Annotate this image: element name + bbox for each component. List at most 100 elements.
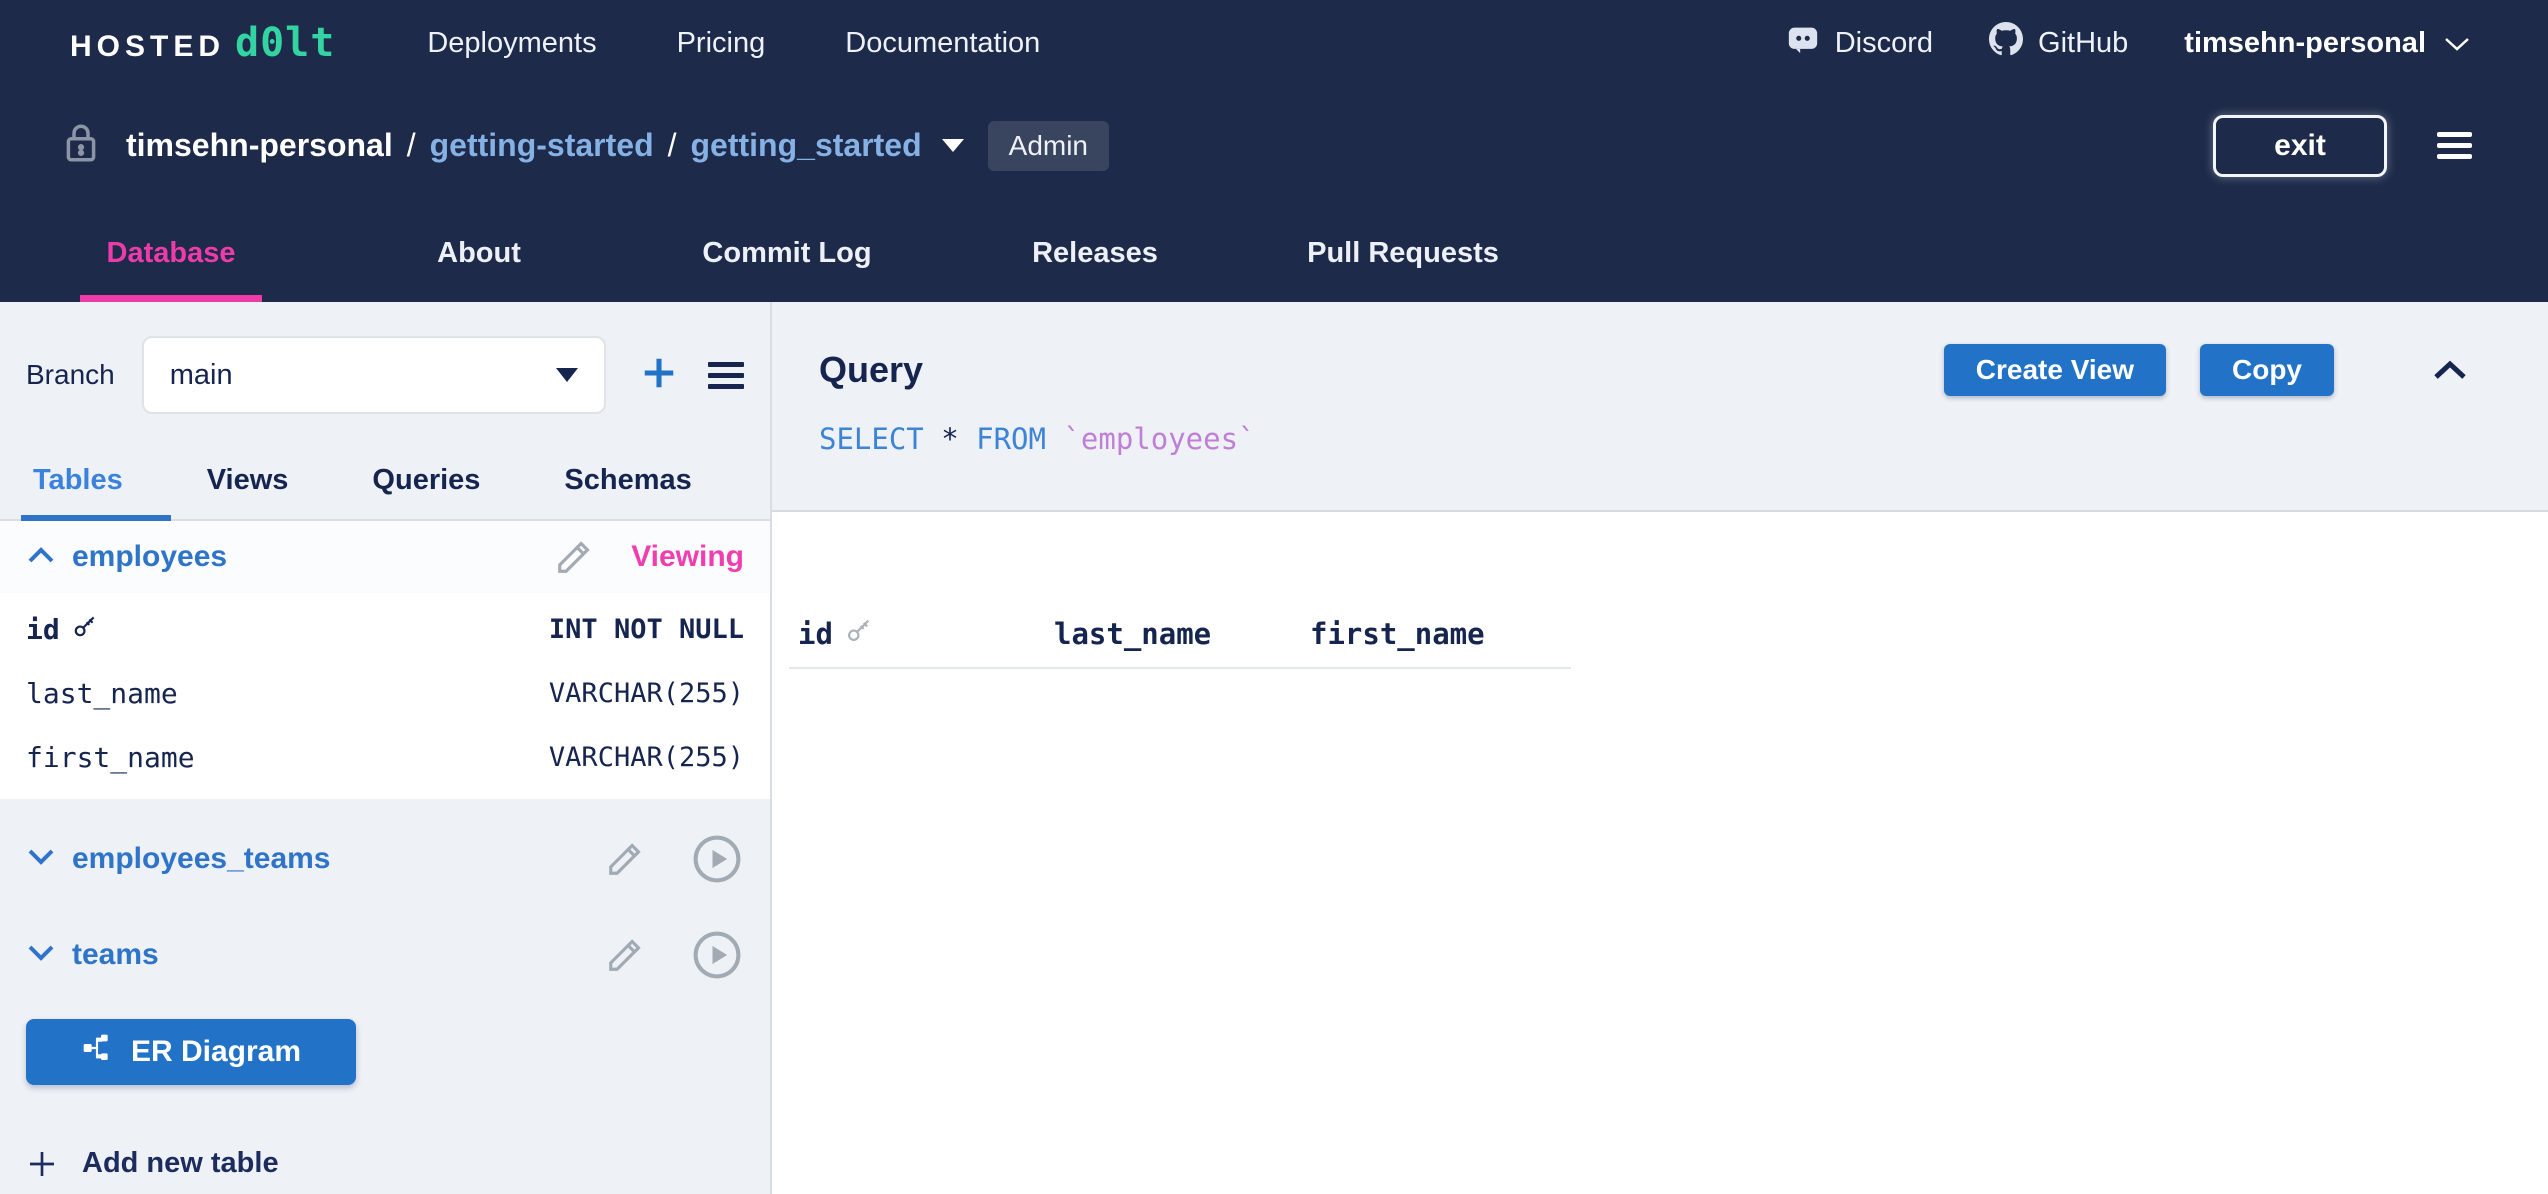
results-column-label: id	[798, 616, 833, 651]
edit-table-button[interactable]	[555, 538, 593, 576]
branch-row: Branch main	[0, 302, 770, 444]
results-header-row: id last_name first_name	[798, 616, 2548, 651]
tab-pull-requests[interactable]: Pull Requests	[1249, 205, 1557, 302]
results-column-first-name[interactable]: first_name	[1310, 616, 1570, 651]
top-nav: HOSTED d0lt Deployments Pricing Document…	[0, 0, 2548, 86]
column-type: VARCHAR(255)	[548, 677, 744, 709]
hamburger-menu-icon[interactable]	[2437, 126, 2472, 165]
github-icon	[1989, 22, 2024, 64]
results-column-label: first_name	[1310, 616, 1485, 651]
chevron-up-icon[interactable]	[26, 545, 56, 570]
query-actions: Create View Copy	[1943, 344, 2468, 396]
add-new-table-button[interactable]: Add new table	[26, 1147, 770, 1180]
sidebar-tab-views[interactable]: Views	[207, 444, 289, 519]
column-row-first-name: first_name VARCHAR(255)	[0, 725, 770, 789]
branch-caret-icon	[556, 368, 578, 382]
account-name: timsehn-personal	[2184, 26, 2426, 59]
viewing-status-badge: Viewing	[631, 540, 744, 573]
chevron-down-icon[interactable]	[26, 943, 56, 968]
breadcrumb-separator: /	[406, 127, 416, 163]
lock-icon	[64, 122, 98, 169]
column-row-last-name: last_name VARCHAR(255)	[0, 661, 770, 725]
main-content: Query Create View Copy SELECT * FROM `em…	[772, 302, 2548, 1194]
tab-about[interactable]: About	[325, 205, 633, 302]
github-label: GitHub	[2038, 26, 2129, 59]
branch-label: Branch	[26, 359, 115, 390]
database-sidebar: Branch main Tables Views Queries Schemas…	[0, 302, 772, 1194]
add-new-table-label: Add new table	[82, 1147, 279, 1179]
results-column-id[interactable]: id	[798, 616, 1054, 651]
results-column-last-name[interactable]: last_name	[1054, 616, 1310, 651]
logo-dolt-text: d0lt	[235, 20, 336, 66]
create-view-button[interactable]: Create View	[1943, 344, 2166, 396]
sidebar-tabs: Tables Views Queries Schemas	[0, 444, 770, 521]
table-row-employees[interactable]: employees Viewing	[0, 521, 770, 593]
results-header-divider	[789, 667, 1571, 669]
sql-keyword: FROM	[976, 422, 1064, 456]
chevron-down-icon[interactable]	[26, 847, 56, 872]
exit-button[interactable]: exit	[2213, 114, 2387, 177]
app-header: HOSTED d0lt Deployments Pricing Document…	[0, 0, 2548, 302]
table-name[interactable]: employees_teams	[72, 842, 331, 876]
column-name: first_name	[26, 740, 195, 774]
edit-table-button[interactable]	[606, 840, 644, 878]
column-name: last_name	[26, 676, 178, 710]
results-column-label: last_name	[1054, 616, 1212, 651]
new-branch-button[interactable]	[640, 354, 678, 397]
table-row-employees-teams[interactable]: employees_teams	[0, 823, 770, 895]
nav-link-deployments[interactable]: Deployments	[387, 27, 636, 60]
key-icon	[72, 613, 98, 646]
sql-table-identifier: `employees`	[1063, 422, 1256, 456]
er-diagram-label: ER Diagram	[130, 1035, 302, 1068]
breadcrumb-repo-link[interactable]: getting-started	[430, 127, 654, 164]
account-menu[interactable]: timsehn-personal	[2184, 27, 2470, 60]
nav-links: Deployments Pricing Documentation	[387, 27, 1080, 60]
column-row-id: id INT NOT NULL	[0, 597, 770, 661]
nav-link-documentation[interactable]: Documentation	[805, 27, 1080, 60]
branch-select-value: main	[169, 358, 233, 391]
sidebar-tab-schemas[interactable]: Schemas	[564, 444, 691, 519]
github-link[interactable]: GitHub	[1989, 22, 2128, 64]
discord-link[interactable]: Discord	[1786, 22, 1933, 64]
hosted-dolt-logo[interactable]: HOSTED d0lt	[70, 20, 335, 66]
table-name[interactable]: employees	[72, 540, 227, 574]
breadcrumb-owner[interactable]: timsehn-personal	[126, 127, 393, 164]
nav-link-pricing[interactable]: Pricing	[637, 27, 806, 60]
column-type: INT NOT NULL	[548, 613, 744, 645]
er-diagram-icon	[81, 1032, 113, 1072]
column-list: id INT NOT NULL last_name VARCHAR(255) f…	[0, 593, 770, 799]
tab-commit-log[interactable]: Commit Log	[633, 205, 941, 302]
edit-table-button[interactable]	[606, 936, 644, 974]
play-query-button[interactable]	[690, 832, 744, 886]
branch-menu-icon[interactable]	[708, 356, 744, 395]
database-caret-icon[interactable]	[941, 139, 964, 152]
chevron-down-icon	[2444, 27, 2470, 60]
sql-query-text[interactable]: SELECT * FROM `employees`	[819, 422, 2468, 456]
breadcrumb: timsehn-personal / getting-started / get…	[126, 127, 922, 164]
table-name[interactable]: teams	[72, 938, 159, 972]
table-row-teams[interactable]: teams	[0, 919, 770, 991]
breadcrumb-row: timsehn-personal / getting-started / get…	[0, 86, 2548, 205]
table-section-employees: employees Viewing id INT NOT NULL last_n…	[0, 521, 770, 799]
sidebar-tab-queries[interactable]: Queries	[372, 444, 480, 519]
query-panel: Query Create View Copy SELECT * FROM `em…	[772, 302, 2548, 512]
copy-button[interactable]: Copy	[2200, 344, 2334, 396]
collapse-panel-icon[interactable]	[2432, 358, 2468, 382]
tab-database[interactable]: Database	[17, 205, 325, 302]
page-body: Branch main Tables Views Queries Schemas…	[0, 302, 2548, 1194]
sidebar-tab-tables[interactable]: Tables	[21, 444, 171, 521]
admin-badge: Admin	[987, 120, 1110, 171]
query-title: Query	[819, 349, 924, 390]
nav-right-cluster: Discord GitHub timsehn-personal	[1786, 22, 2470, 64]
branch-select[interactable]: main	[141, 336, 606, 414]
breadcrumb-database-link[interactable]: getting_started	[691, 127, 922, 164]
discord-label: Discord	[1834, 26, 1934, 59]
tab-releases[interactable]: Releases	[941, 205, 1249, 302]
er-diagram-button[interactable]: ER Diagram	[26, 1019, 356, 1085]
breadcrumb-separator: /	[667, 127, 677, 163]
sql-keyword: SELECT	[819, 422, 942, 456]
play-query-button[interactable]	[690, 928, 744, 982]
logo-hosted-text: HOSTED	[70, 30, 226, 63]
discord-icon	[1786, 22, 1820, 64]
column-name: id	[26, 612, 60, 646]
